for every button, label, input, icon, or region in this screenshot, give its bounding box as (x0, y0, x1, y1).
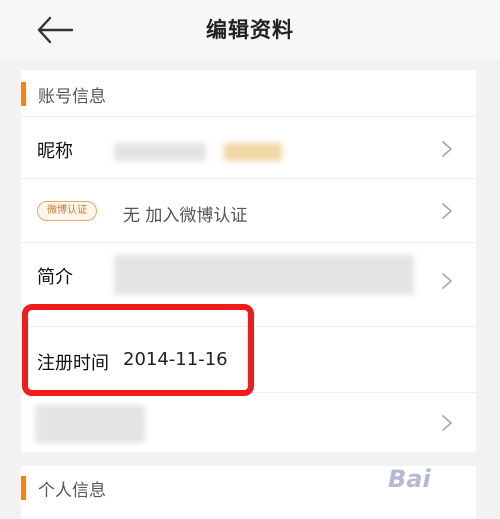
registration-date-label: 注册时间 (37, 353, 109, 374)
section-accent-bar (21, 476, 26, 500)
section-header-account: 账号信息 (21, 70, 476, 116)
blurred-row[interactable] (21, 392, 476, 453)
blurred-row-label (35, 405, 145, 443)
intro-label: 简介 (37, 267, 73, 288)
section-title: 账号信息 (38, 87, 106, 107)
nickname-label: 昵称 (37, 141, 73, 162)
nickname-value-blurred (114, 143, 206, 161)
page-title: 编辑资料 (206, 18, 294, 42)
intro-row[interactable]: 简介 (21, 242, 476, 327)
nickname-value-blurred-accent (224, 143, 282, 161)
weibo-verify-row[interactable]: 微博认证 无 加入微博认证 (21, 178, 476, 243)
section-title: 个人信息 (38, 481, 106, 501)
weibo-verify-value: 无 加入微博认证 (123, 206, 248, 226)
registration-date-row: 注册时间 2014-11-16 (21, 326, 476, 393)
section-accent-bar (21, 82, 26, 106)
top-bar: 编辑资料 (0, 0, 500, 60)
chevron-right-icon (442, 273, 452, 289)
registration-date-value: 2014-11-16 (123, 349, 228, 370)
chevron-right-icon (442, 415, 452, 431)
account-info-card: 账号信息 昵称 微博认证 无 加入微博认证 简介 注册时间 2014-11-16 (21, 70, 476, 452)
weibo-verify-badge: 微博认证 (37, 201, 97, 221)
intro-value-blurred (114, 255, 414, 295)
chevron-right-icon (442, 141, 452, 157)
nickname-row[interactable]: 昵称 (21, 116, 476, 179)
baidu-watermark: Bai (388, 465, 431, 493)
chevron-right-icon (442, 203, 452, 219)
